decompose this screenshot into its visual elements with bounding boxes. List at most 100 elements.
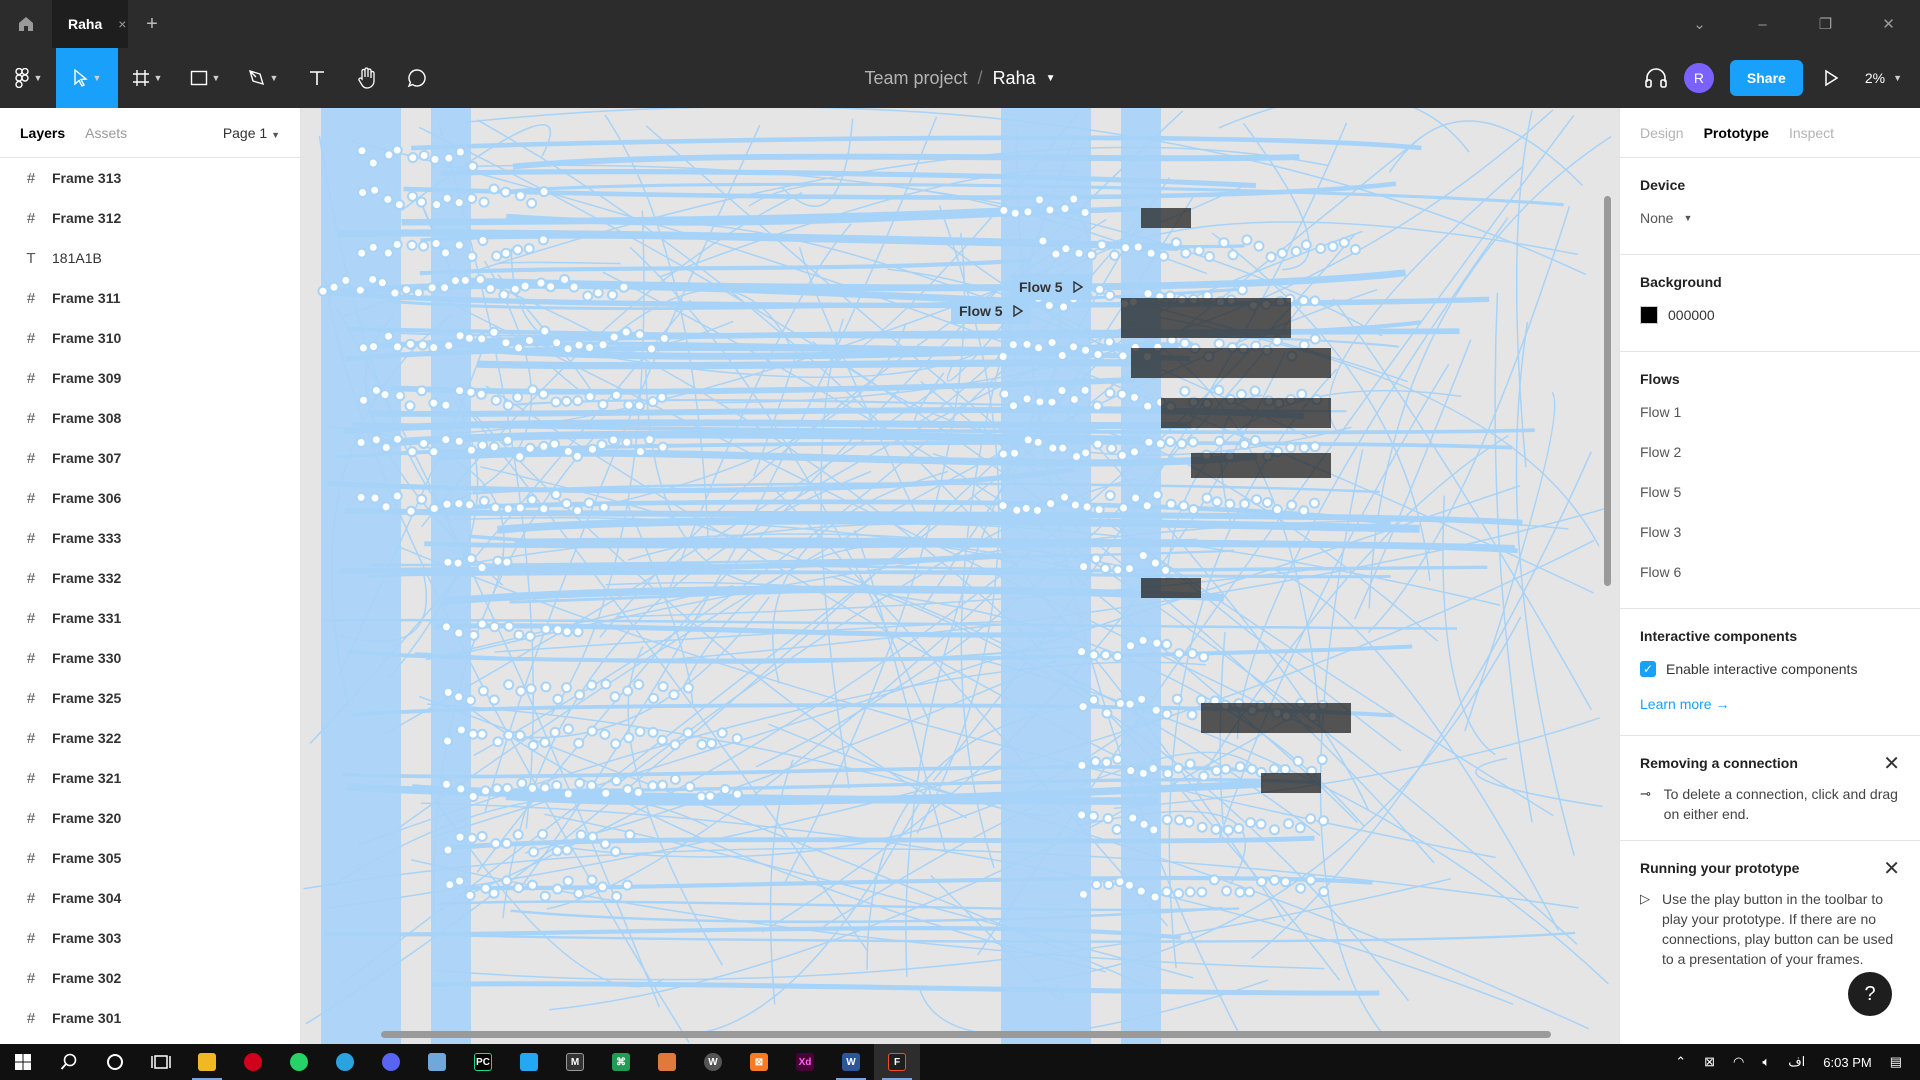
layer-item[interactable]: # Frame 320: [0, 798, 300, 838]
minimize-icon[interactable]: –: [1731, 16, 1794, 33]
discord-icon[interactable]: [368, 1044, 414, 1080]
layer-item[interactable]: # Frame 311: [0, 278, 300, 318]
figma-icon[interactable]: F: [874, 1044, 920, 1080]
share-button[interactable]: Share: [1729, 60, 1803, 96]
layer-item[interactable]: # Frame 303: [0, 918, 300, 958]
hand-tool-button[interactable]: [342, 48, 392, 108]
tab-assets[interactable]: Assets: [85, 125, 127, 141]
pen-tool-button[interactable]: ▼: [234, 48, 292, 108]
word-icon[interactable]: W: [828, 1044, 874, 1080]
vscode-icon[interactable]: [506, 1044, 552, 1080]
layer-item[interactable]: # Frame 312: [0, 198, 300, 238]
team-project-link[interactable]: Team project: [865, 68, 968, 89]
avatar[interactable]: R: [1683, 63, 1714, 93]
close-window-icon[interactable]: ✕: [1857, 15, 1920, 33]
flow-item[interactable]: Flow 1: [1640, 392, 1900, 432]
layer-item[interactable]: # Frame 307: [0, 438, 300, 478]
horizontal-scrollbar[interactable]: [381, 1031, 1551, 1038]
page-select[interactable]: Page 1 ▼: [223, 125, 280, 141]
headphones-icon[interactable]: [1644, 67, 1668, 89]
layer-item[interactable]: # Frame 331: [0, 598, 300, 638]
wamp-icon[interactable]: W: [690, 1044, 736, 1080]
flow-starting-point-badge[interactable]: Flow 5: [951, 298, 1031, 324]
file-explorer-icon[interactable]: [184, 1044, 230, 1080]
layer-item[interactable]: # Frame 333: [0, 518, 300, 558]
toolbar: ▼ ▼ ▼ ▼ ▼ Team project / Raha ▼ R Share …: [0, 48, 1920, 108]
vertical-scrollbar[interactable]: [1604, 196, 1611, 586]
enable-interactive-checkbox[interactable]: ✓: [1640, 661, 1656, 677]
notifications-icon[interactable]: ▤: [1890, 1054, 1902, 1070]
terminal-icon[interactable]: ⌘: [598, 1044, 644, 1080]
color-swatch[interactable]: [1640, 306, 1658, 324]
canvas[interactable]: Flow 5 Flow 5: [301, 108, 1619, 1044]
layer-item[interactable]: # Frame 313: [0, 158, 300, 198]
virtualbox-icon[interactable]: [414, 1044, 460, 1080]
windows-start-icon[interactable]: [0, 1044, 46, 1080]
layer-item[interactable]: # Frame 304: [0, 878, 300, 918]
move-tool-button[interactable]: ▼: [56, 48, 118, 108]
flow-item[interactable]: Flow 6: [1640, 552, 1900, 592]
tab-inspect[interactable]: Inspect: [1789, 125, 1834, 141]
layer-item[interactable]: # Frame 330: [0, 638, 300, 678]
task-view-icon[interactable]: [138, 1044, 184, 1080]
main-menu-button[interactable]: ▼: [0, 48, 56, 108]
layer-item[interactable]: # Frame 302: [0, 958, 300, 998]
close-icon[interactable]: ✕: [1883, 856, 1900, 881]
layer-item[interactable]: # Frame 309: [0, 358, 300, 398]
restore-icon[interactable]: ❐: [1794, 15, 1857, 33]
tab-design[interactable]: Design: [1640, 125, 1684, 141]
file-tab[interactable]: Raha ×: [52, 0, 128, 48]
cortana-icon[interactable]: [92, 1044, 138, 1080]
text-tool-button[interactable]: [292, 48, 342, 108]
layer-item[interactable]: # Frame 322: [0, 718, 300, 758]
tab-prototype[interactable]: Prototype: [1704, 125, 1769, 141]
language-indicator[interactable]: اف: [1788, 1054, 1805, 1070]
opera-icon[interactable]: [230, 1044, 276, 1080]
help-button[interactable]: ?: [1848, 972, 1892, 1016]
layer-item[interactable]: # Frame 325: [0, 678, 300, 718]
adobe-xd-icon[interactable]: Xd: [782, 1044, 828, 1080]
layer-item[interactable]: # Frame 301: [0, 998, 300, 1038]
flow-item[interactable]: Flow 2: [1640, 432, 1900, 472]
layer-item[interactable]: # Frame 306: [0, 478, 300, 518]
background-hex-input[interactable]: 000000: [1668, 295, 1715, 335]
clock[interactable]: 6:03 PM: [1823, 1055, 1871, 1070]
volume-icon[interactable]: 🔈︎: [1762, 1054, 1770, 1070]
mindmap-icon[interactable]: M: [552, 1044, 598, 1080]
tab-close-icon[interactable]: ×: [118, 16, 126, 32]
chevron-up-icon[interactable]: ⌃: [1675, 1054, 1686, 1070]
layer-item[interactable]: T 181A1B: [0, 238, 300, 278]
tab-layers[interactable]: Layers: [20, 125, 65, 141]
new-tab-button[interactable]: +: [128, 13, 176, 36]
chevron-down-icon[interactable]: ▼: [1893, 73, 1902, 83]
running-prototype-tip: Running your prototype ✕ ▷ Use the play …: [1620, 841, 1920, 985]
flow-item[interactable]: Flow 5: [1640, 472, 1900, 512]
home-icon[interactable]: [0, 0, 52, 48]
shape-tool-button[interactable]: ▼: [176, 48, 234, 108]
comment-tool-button[interactable]: [392, 48, 442, 108]
chevron-down-icon[interactable]: ▼: [1046, 73, 1056, 84]
flow-starting-point-badge[interactable]: Flow 5: [1011, 274, 1091, 300]
chevron-down-icon[interactable]: ⌄: [1668, 15, 1731, 33]
layer-item[interactable]: # Frame 308: [0, 398, 300, 438]
layer-item[interactable]: # Frame 332: [0, 558, 300, 598]
play-icon[interactable]: [1823, 69, 1839, 87]
network-icon[interactable]: ⊠: [1704, 1054, 1715, 1070]
wifi-icon[interactable]: ◠: [1733, 1054, 1744, 1070]
layer-item[interactable]: # Frame 305: [0, 838, 300, 878]
app-icon[interactable]: [644, 1044, 690, 1080]
file-name[interactable]: Raha: [993, 68, 1036, 89]
layer-item[interactable]: # Frame 321: [0, 758, 300, 798]
search-icon[interactable]: [46, 1044, 92, 1080]
telegram-icon[interactable]: [322, 1044, 368, 1080]
whatsapp-icon[interactable]: [276, 1044, 322, 1080]
frame-tool-button[interactable]: ▼: [118, 48, 176, 108]
flow-item[interactable]: Flow 3: [1640, 512, 1900, 552]
pycharm-icon[interactable]: PC: [460, 1044, 506, 1080]
device-select[interactable]: None ▼: [1640, 198, 1900, 238]
xampp-icon[interactable]: ⊠: [736, 1044, 782, 1080]
zoom-level[interactable]: 2%: [1865, 70, 1885, 86]
learn-more-link[interactable]: Learn more →: [1640, 689, 1900, 719]
layer-item[interactable]: # Frame 310: [0, 318, 300, 358]
close-icon[interactable]: ✕: [1883, 751, 1900, 776]
